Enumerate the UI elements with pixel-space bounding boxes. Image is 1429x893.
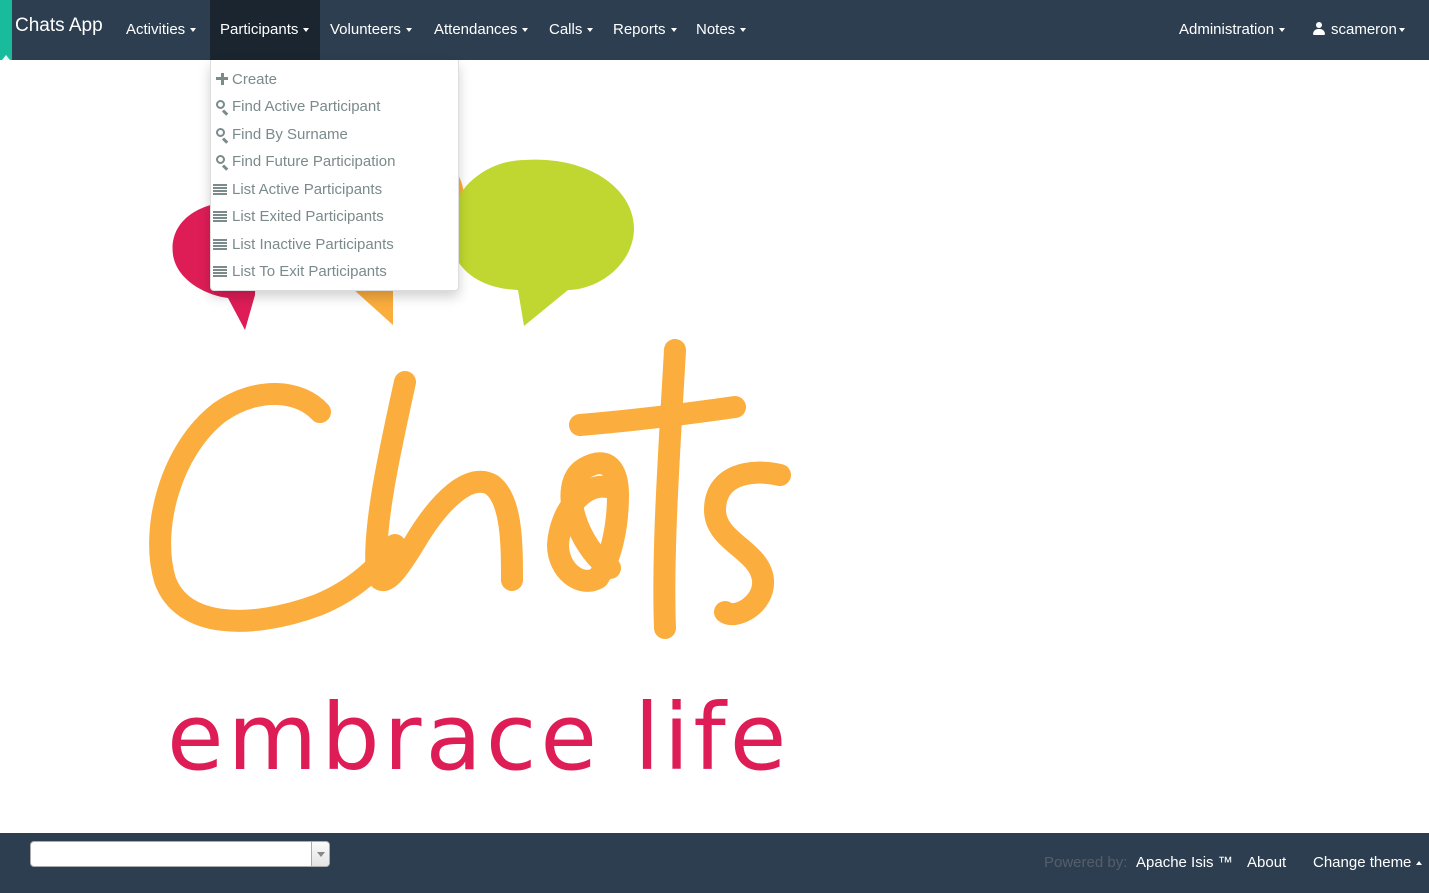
wordmark-s-stroke — [704, 461, 791, 626]
nav-menu-attendances[interactable]: Attendances — [424, 0, 538, 60]
menu-item-label: List To Exit Participants — [232, 263, 387, 280]
nav-menu-label: Activities — [126, 21, 186, 38]
caret-down-icon — [190, 28, 197, 33]
nav-menu-label: Participants — [220, 21, 299, 38]
top-navbar: Chats App Activities Participants Volunt… — [0, 0, 1429, 60]
menu-item-list-active-participants[interactable]: List Active Participants — [213, 179, 382, 201]
nav-menu-reports[interactable]: Reports — [603, 0, 687, 60]
nav-menu-label: Calls — [549, 21, 583, 38]
apache-isis-link[interactable]: Apache Isis ™ — [1136, 854, 1233, 871]
caret-down-icon — [405, 28, 412, 33]
list-icon — [213, 237, 229, 251]
wordmark-a-stroke — [547, 452, 629, 592]
select-arrow-button[interactable] — [311, 842, 329, 866]
menu-item-label: Create — [232, 71, 278, 88]
menu-item-find-future-participation[interactable]: Find Future Participation — [215, 151, 395, 173]
menu-item-list-to-exit-participants[interactable]: List To Exit Participants — [213, 261, 387, 283]
menu-item-label: List Exited Participants — [232, 208, 384, 225]
search-icon — [215, 154, 229, 171]
list-icon — [213, 209, 229, 223]
menu-item-label: List Active Participants — [232, 181, 383, 198]
participants-dropdown-menu: Create Find Active Participant Find By S… — [210, 60, 459, 291]
nav-menu-calls[interactable]: Calls — [539, 0, 603, 60]
caret-down-icon — [740, 28, 747, 33]
plus-icon — [215, 72, 229, 86]
menu-item-list-exited-participants[interactable]: List Exited Participants — [213, 206, 384, 228]
list-icon — [213, 264, 229, 278]
menu-item-label: Find Active Participant — [232, 98, 381, 115]
search-icon — [215, 127, 229, 144]
list-icon — [213, 182, 229, 196]
menu-item-find-active-participant[interactable]: Find Active Participant — [215, 96, 380, 118]
nav-menu-label: Notes — [696, 21, 736, 38]
brand-accent-bar — [0, 0, 12, 60]
menu-item-label: Find By Surname — [232, 126, 348, 143]
nav-menu-label: Attendances — [434, 21, 518, 38]
nav-menu-volunteers[interactable]: Volunteers — [320, 0, 422, 60]
menu-item-create[interactable]: Create — [215, 69, 277, 91]
about-link[interactable]: About — [1247, 854, 1286, 871]
menu-item-label: Find Future Participation — [232, 153, 396, 170]
nav-menu-label: Volunteers — [330, 21, 401, 38]
footer-select[interactable] — [30, 841, 330, 867]
menu-item-list-inactive-participants[interactable]: List Inactive Participants — [213, 234, 394, 256]
menu-item-label: List Inactive Participants — [232, 236, 394, 253]
nav-menu-label: Reports — [613, 21, 666, 38]
change-theme-menu[interactable]: Change theme — [1313, 854, 1423, 871]
change-theme-label: Change theme — [1313, 854, 1412, 871]
wordmark-c-stroke — [149, 383, 406, 632]
nav-menu-administration[interactable]: Administration — [1169, 0, 1295, 60]
nav-menu-participants[interactable]: Participants — [210, 0, 320, 60]
caret-down-icon — [522, 28, 529, 33]
chevron-down-icon — [317, 852, 325, 857]
menu-item-find-by-surname[interactable]: Find By Surname — [215, 124, 348, 146]
search-icon — [215, 99, 229, 116]
wordmark-t-bar — [569, 396, 746, 436]
user-menu[interactable]: scameron — [1303, 0, 1415, 60]
username: scameron — [1331, 21, 1397, 38]
powered-by-label: Powered by: — [1044, 854, 1128, 871]
caret-down-icon — [303, 28, 310, 33]
user-icon — [1313, 22, 1325, 35]
caret-down-icon — [587, 28, 594, 33]
green-speech-bubble — [449, 159, 635, 326]
caret-down-icon — [1279, 28, 1286, 33]
logo-tagline: embrace life — [167, 684, 791, 791]
app-brand[interactable]: Chats App — [15, 15, 103, 37]
caret-down-icon — [1398, 28, 1405, 33]
caret-down-icon — [670, 28, 677, 33]
nav-menu-activities[interactable]: Activities — [116, 0, 206, 60]
nav-menu-label: Administration — [1179, 21, 1275, 38]
caret-up-icon — [1416, 861, 1423, 866]
nav-menu-notes[interactable]: Notes — [686, 0, 756, 60]
wordmark-t-stem — [653, 339, 686, 639]
